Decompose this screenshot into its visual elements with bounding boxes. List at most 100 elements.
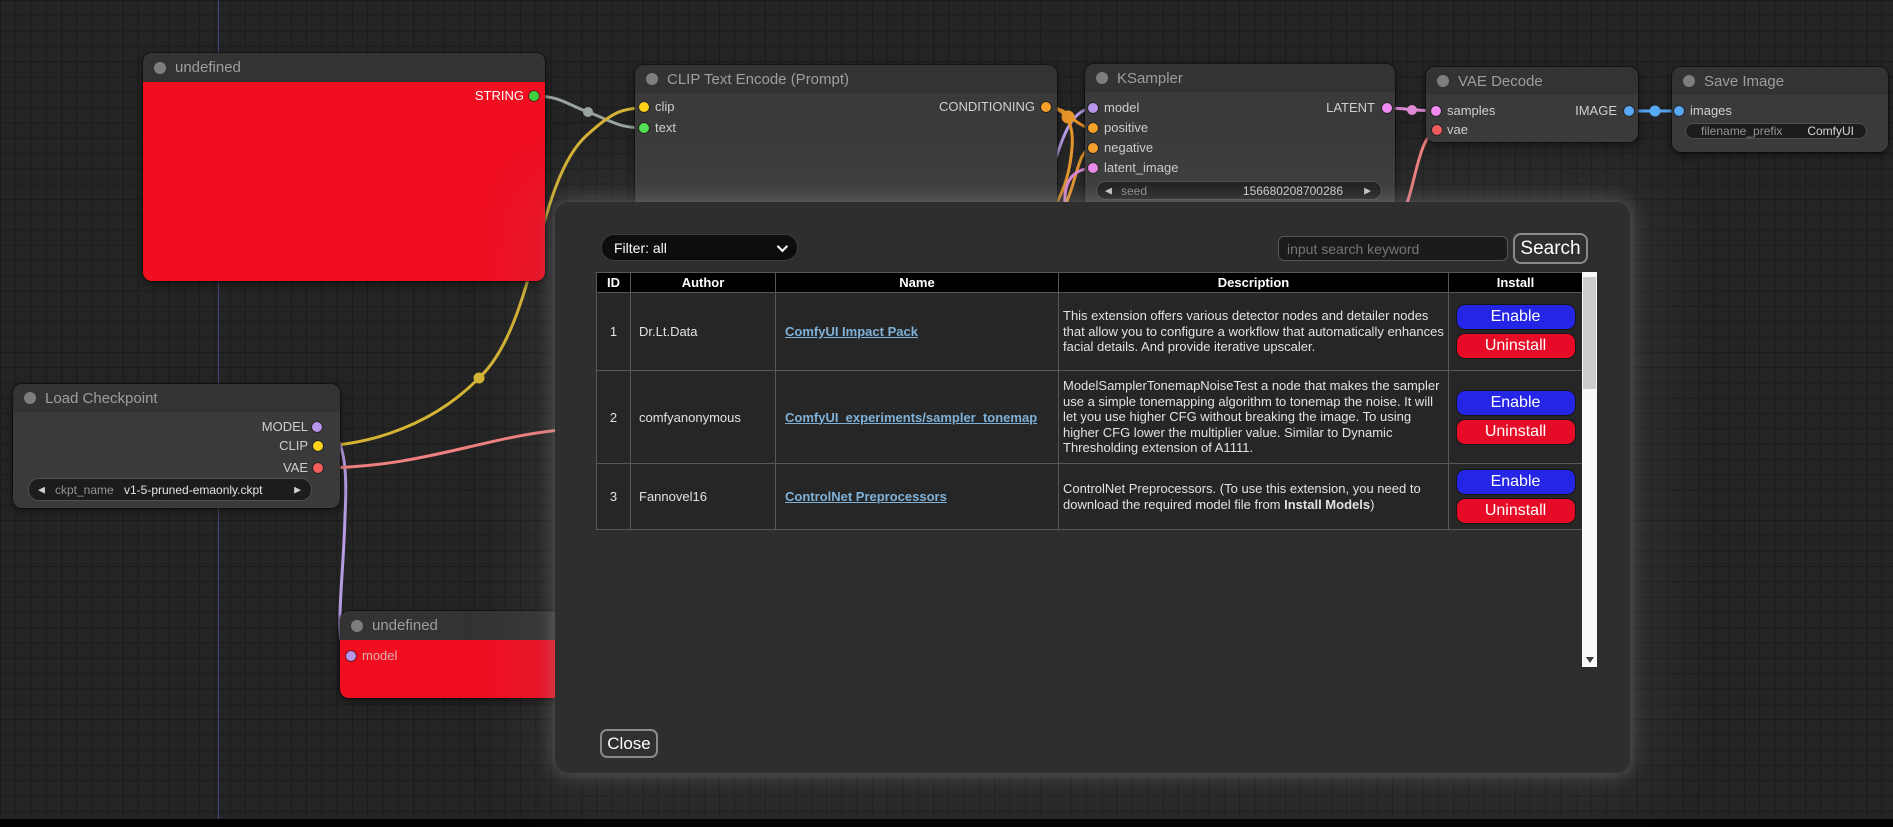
- extension-link[interactable]: ComfyUI Impact Pack: [785, 324, 918, 339]
- cell-author: Dr.Lt.Data: [631, 293, 776, 371]
- header-id: ID: [597, 273, 631, 293]
- latent-output-slot[interactable]: [1382, 103, 1392, 113]
- widget-value: v1-5-pruned-emaonly.ckpt: [124, 483, 263, 497]
- node-save-image[interactable]: Save Image images filename_prefix ComfyU…: [1672, 67, 1888, 152]
- seed-widget[interactable]: ◀ seed 156680208700286 ▶: [1096, 181, 1382, 200]
- node-title: CLIP Text Encode (Prompt): [667, 71, 849, 88]
- cell-description: This extension offers various detector n…: [1059, 293, 1449, 371]
- node-title-bar[interactable]: KSampler: [1085, 64, 1395, 92]
- chevron-right-icon[interactable]: ▶: [294, 484, 301, 495]
- conditioning-output-slot[interactable]: [1041, 102, 1051, 112]
- comfyui-canvas[interactable]: undefined STRING CLIP Text Encode (Promp…: [0, 0, 1893, 827]
- search-input[interactable]: [1278, 236, 1508, 261]
- widget-name: ckpt_name: [55, 483, 114, 497]
- samples-input-slot[interactable]: [1431, 106, 1441, 116]
- search-button[interactable]: Search: [1513, 233, 1588, 264]
- model-output-slot[interactable]: [312, 422, 322, 432]
- wire-midpoint-dot[interactable]: [1062, 111, 1075, 124]
- input-label: negative: [1104, 140, 1153, 156]
- node-title: undefined: [372, 617, 438, 634]
- output-label: CONDITIONING: [939, 99, 1035, 115]
- table-header-row: ID Author Name Description Install: [597, 273, 1583, 293]
- node-title-bar[interactable]: undefined: [143, 53, 545, 82]
- cell-description: ControlNet Preprocessors. (To use this e…: [1059, 464, 1449, 530]
- filename-prefix-widget[interactable]: filename_prefix ComfyUI: [1685, 123, 1867, 139]
- latent-image-input-slot[interactable]: [1088, 163, 1098, 173]
- chevron-right-icon[interactable]: ▶: [1364, 185, 1371, 196]
- output-label: CLIP: [279, 438, 308, 454]
- text-input-slot[interactable]: [639, 123, 649, 133]
- vae-output-slot[interactable]: [313, 463, 323, 473]
- close-button[interactable]: Close: [600, 729, 658, 758]
- node-title: KSampler: [1117, 70, 1183, 87]
- image-output-slot[interactable]: [1624, 106, 1634, 116]
- clip-output-slot[interactable]: [313, 441, 323, 451]
- uninstall-button[interactable]: Uninstall: [1457, 499, 1575, 523]
- enable-button[interactable]: Enable: [1457, 391, 1575, 415]
- node-collapse-dot[interactable]: [646, 73, 658, 85]
- ckpt-name-widget[interactable]: ◀ ckpt_name v1-5-pruned-emaonly.ckpt ▶: [28, 478, 312, 501]
- cell-install: Enable Uninstall: [1449, 464, 1583, 530]
- header-author: Author: [631, 273, 776, 293]
- wire-midpoint-dot[interactable]: [474, 373, 485, 384]
- node-undefined-top[interactable]: undefined STRING: [143, 53, 545, 281]
- images-input-slot[interactable]: [1674, 106, 1684, 116]
- wire-midpoint-dot[interactable]: [1650, 106, 1661, 117]
- chevron-down-icon: [777, 240, 788, 251]
- chevron-left-icon[interactable]: ◀: [1105, 185, 1112, 196]
- widget-value: ComfyUI: [1807, 124, 1854, 138]
- description-text: ): [1370, 497, 1374, 512]
- node-collapse-dot[interactable]: [154, 62, 166, 74]
- input-label: clip: [655, 99, 675, 115]
- node-title-bar[interactable]: Save Image: [1672, 67, 1888, 95]
- enable-button[interactable]: Enable: [1457, 305, 1575, 329]
- string-output-slot[interactable]: [529, 91, 539, 101]
- extension-link[interactable]: ControlNet Preprocessors: [785, 489, 947, 504]
- uninstall-button[interactable]: Uninstall: [1457, 334, 1575, 358]
- node-collapse-dot[interactable]: [1683, 75, 1695, 87]
- description-bold-text: Install Models: [1284, 497, 1370, 512]
- close-button-label: Close: [607, 734, 650, 754]
- table-scrollbar[interactable]: [1582, 272, 1597, 667]
- node-collapse-dot[interactable]: [24, 392, 36, 404]
- node-vae-decode[interactable]: VAE Decode samples vae IMAGE: [1426, 67, 1638, 142]
- cell-id: 1: [597, 293, 631, 371]
- node-collapse-dot[interactable]: [351, 620, 363, 632]
- header-description: Description: [1059, 273, 1449, 293]
- clip-input-slot[interactable]: [639, 102, 649, 112]
- output-label: VAE: [283, 460, 308, 476]
- cell-id: 2: [597, 371, 631, 464]
- canvas-bottom-edge: [0, 819, 1893, 827]
- filter-select[interactable]: Filter: all: [601, 234, 798, 261]
- input-label: images: [1690, 103, 1732, 119]
- negative-input-slot[interactable]: [1088, 143, 1098, 153]
- vae-input-slot[interactable]: [1432, 125, 1442, 135]
- input-label: vae: [1447, 122, 1468, 138]
- node-load-checkpoint[interactable]: Load Checkpoint MODEL CLIP VAE ◀ ckpt_na…: [13, 384, 340, 508]
- cell-name: ControlNet Preprocessors: [776, 464, 1059, 530]
- table-row: 2 comfyanonymous ComfyUI_experiments/sam…: [597, 371, 1583, 464]
- model-input-slot[interactable]: [1088, 103, 1098, 113]
- chevron-left-icon[interactable]: ◀: [38, 484, 45, 495]
- enable-button[interactable]: Enable: [1457, 470, 1575, 494]
- scrollbar-thumb[interactable]: [1583, 277, 1596, 389]
- uninstall-button[interactable]: Uninstall: [1457, 420, 1575, 444]
- cell-install: Enable Uninstall: [1449, 371, 1583, 464]
- cell-name: ComfyUI Impact Pack: [776, 293, 1059, 371]
- widget-name: filename_prefix: [1701, 124, 1782, 138]
- input-label: positive: [1104, 120, 1148, 136]
- triangle-down-icon: [1586, 657, 1594, 663]
- node-title-bar[interactable]: CLIP Text Encode (Prompt): [635, 65, 1057, 93]
- wire-midpoint-dot[interactable]: [583, 107, 593, 117]
- node-title-bar[interactable]: Load Checkpoint: [13, 384, 340, 412]
- wire-midpoint-dot[interactable]: [1407, 105, 1417, 115]
- scroll-down-button[interactable]: [1582, 652, 1597, 667]
- node-collapse-dot[interactable]: [1096, 72, 1108, 84]
- extension-link[interactable]: ComfyUI_experiments/sampler_tonemap: [785, 410, 1037, 425]
- positive-input-slot[interactable]: [1088, 123, 1098, 133]
- model-input-slot[interactable]: [346, 651, 356, 661]
- cell-description: ModelSamplerTonemapNoiseTest a node that…: [1059, 371, 1449, 464]
- input-label: latent_image: [1104, 160, 1178, 176]
- node-title-bar[interactable]: VAE Decode: [1426, 67, 1638, 95]
- node-collapse-dot[interactable]: [1437, 75, 1449, 87]
